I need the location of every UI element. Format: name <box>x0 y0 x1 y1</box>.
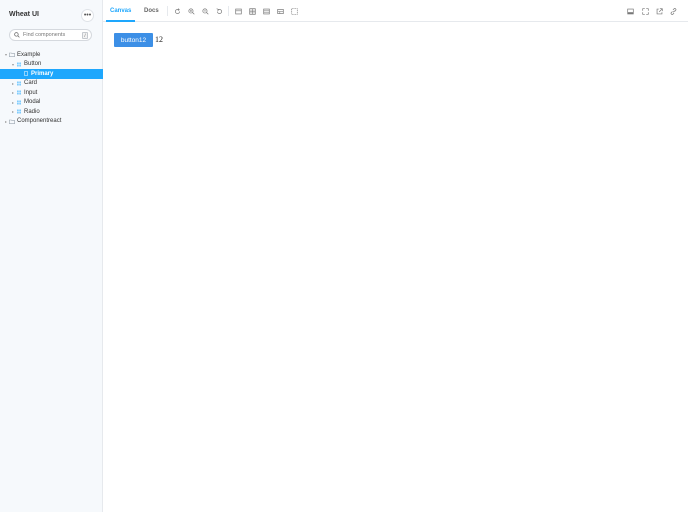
search-icon <box>14 32 20 38</box>
folder-icon <box>9 119 15 124</box>
tree-item-card[interactable]: ▸ Card <box>10 79 101 89</box>
search-shortcut-key: / <box>82 32 88 39</box>
tree-item-primary[interactable]: Primary <box>0 69 103 79</box>
tree-item-button[interactable]: ▾ Button <box>10 60 101 70</box>
more-icon: ••• <box>83 12 92 19</box>
reload-icon[interactable] <box>174 8 181 15</box>
tree-item-label: Example <box>17 51 41 58</box>
tree-item-label: Componentreact <box>17 118 62 125</box>
copy-link-icon[interactable] <box>670 8 677 15</box>
tab-docs[interactable]: Docs <box>144 0 159 22</box>
tree-item-label: Input <box>24 89 38 96</box>
component-icon <box>17 109 21 114</box>
tree-item-label: Radio <box>24 108 40 115</box>
toolbar: Canvas Docs <box>103 0 688 22</box>
background-icon[interactable] <box>235 8 242 15</box>
component-icon <box>17 100 21 105</box>
tree-item-example[interactable]: ▾ Example <box>3 50 101 60</box>
addons-panel-icon[interactable] <box>627 8 634 15</box>
tab-canvas[interactable]: Canvas <box>105 0 136 22</box>
component-icon <box>17 81 21 86</box>
zoom-in-icon[interactable] <box>188 8 195 15</box>
tree-item-input[interactable]: ▸ Input <box>10 88 101 98</box>
tree-item-radio[interactable]: ▸ Radio <box>10 107 101 117</box>
zoom-reset-icon[interactable] <box>216 8 223 15</box>
search-input[interactable] <box>23 32 85 38</box>
click-count: 12 <box>155 35 163 44</box>
grid-icon[interactable] <box>249 8 256 15</box>
folder-icon <box>9 52 15 58</box>
toolbar-divider <box>228 6 229 16</box>
brand-title[interactable]: Wheat UI <box>9 11 39 18</box>
tree-item-label: Button <box>24 61 42 68</box>
component-icon <box>17 62 21 67</box>
open-new-tab-icon[interactable] <box>656 8 663 15</box>
tree-item-componentreact[interactable]: ▸ Componentreact <box>3 117 101 127</box>
tree-item-label: Modal <box>24 99 41 106</box>
tree-item-label: Primary <box>31 70 54 77</box>
viewport-icon[interactable] <box>263 8 270 15</box>
sidebar: Wheat UI ••• / ▾ Example ▾ <box>0 0 103 512</box>
canvas-preview: button12 12 <box>103 22 688 512</box>
toolbar-divider <box>167 6 168 16</box>
tree-item-label: Card <box>24 80 38 87</box>
zoom-out-icon[interactable] <box>202 8 209 15</box>
demo-button[interactable]: button12 <box>114 33 153 47</box>
outline-icon[interactable] <box>291 8 298 15</box>
measure-icon[interactable] <box>277 8 284 15</box>
tree-item-modal[interactable]: ▸ Modal <box>10 98 101 108</box>
component-icon <box>17 90 21 95</box>
sidebar-menu-button[interactable]: ••• <box>81 9 94 22</box>
story-icon <box>24 71 28 76</box>
fullscreen-icon[interactable] <box>642 8 649 15</box>
search-box[interactable]: / <box>9 29 92 41</box>
